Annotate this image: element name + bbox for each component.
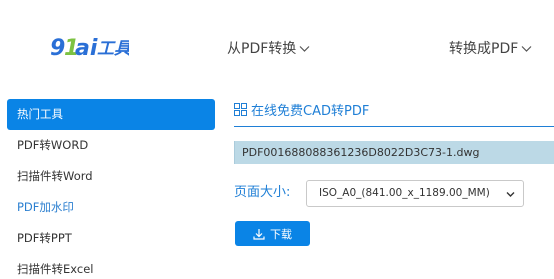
section-title-text: 在线免费CAD转PDF <box>251 104 370 119</box>
svg-text:ai: ai <box>75 36 98 61</box>
site-logo[interactable]: 9 1 ai 工具 <box>49 31 129 63</box>
file-name-bar: PDF001688088361236D8022D3C73-1.dwg <box>234 141 554 164</box>
logo-graphic: 9 1 ai 工具 <box>50 36 129 61</box>
section-divider <box>234 126 554 127</box>
nav-from-pdf-label: 从PDF转换 <box>227 41 297 57</box>
nav-to-pdf-label: 转换成PDF <box>449 41 519 57</box>
sidebar-item-pdf-watermark[interactable]: PDF加水印 <box>7 192 215 223</box>
chevron-down-icon <box>521 45 532 52</box>
sidebar-item-scan-to-word[interactable]: 扫描件转Word <box>7 161 215 192</box>
page-size-value: ISO_A0_(841.00_x_1189.00_MM) <box>319 187 490 199</box>
sidebar-item-pdf-to-ppt[interactable]: PDF转PPT <box>7 223 215 254</box>
header: 9 1 ai 工具 从PDF转换 转换成PDF <box>0 0 554 95</box>
sidebar-item-label: PDF转PPT <box>17 231 72 245</box>
chevron-down-icon <box>506 192 515 197</box>
file-name: PDF001688088361236D8022D3C73-1.dwg <box>242 146 480 159</box>
sidebar-item-label: 扫描件转Word <box>17 169 93 183</box>
page-size-row: 页面大小: ISO_A0_(841.00_x_1189.00_MM) <box>234 180 524 207</box>
download-button[interactable]: 下载 <box>235 221 310 246</box>
download-label: 下载 <box>270 227 292 241</box>
grid-icon <box>234 103 247 116</box>
sidebar: 热门工具 PDF转WORD 扫描件转Word PDF加水印 PDF转PPT 扫描… <box>7 99 215 279</box>
download-icon <box>253 228 265 240</box>
sidebar-item-label: PDF转WORD <box>17 138 89 152</box>
nav-to-pdf[interactable]: 转换成PDF <box>449 38 533 58</box>
sidebar-item-label: PDF加水印 <box>17 200 74 214</box>
chevron-down-icon <box>299 45 310 52</box>
sidebar-item-scan-to-excel[interactable]: 扫描件转Excel <box>7 254 215 279</box>
sidebar-item-label: 扫描件转Excel <box>17 262 94 276</box>
sidebar-item-pdf-to-word[interactable]: PDF转WORD <box>7 130 215 161</box>
section-title: 在线免费CAD转PDF <box>234 100 369 119</box>
main-panel: 在线免费CAD转PDF PDF001688088361236D8022D3C73… <box>234 95 554 279</box>
sidebar-item-hot-tools[interactable]: 热门工具 <box>7 99 215 130</box>
page-size-select[interactable]: ISO_A0_(841.00_x_1189.00_MM) <box>306 180 524 207</box>
sidebar-item-label: 热门工具 <box>17 107 63 121</box>
svg-text:工具: 工具 <box>97 39 129 59</box>
page-size-label: 页面大小: <box>234 185 291 200</box>
nav-from-pdf[interactable]: 从PDF转换 <box>227 38 311 58</box>
